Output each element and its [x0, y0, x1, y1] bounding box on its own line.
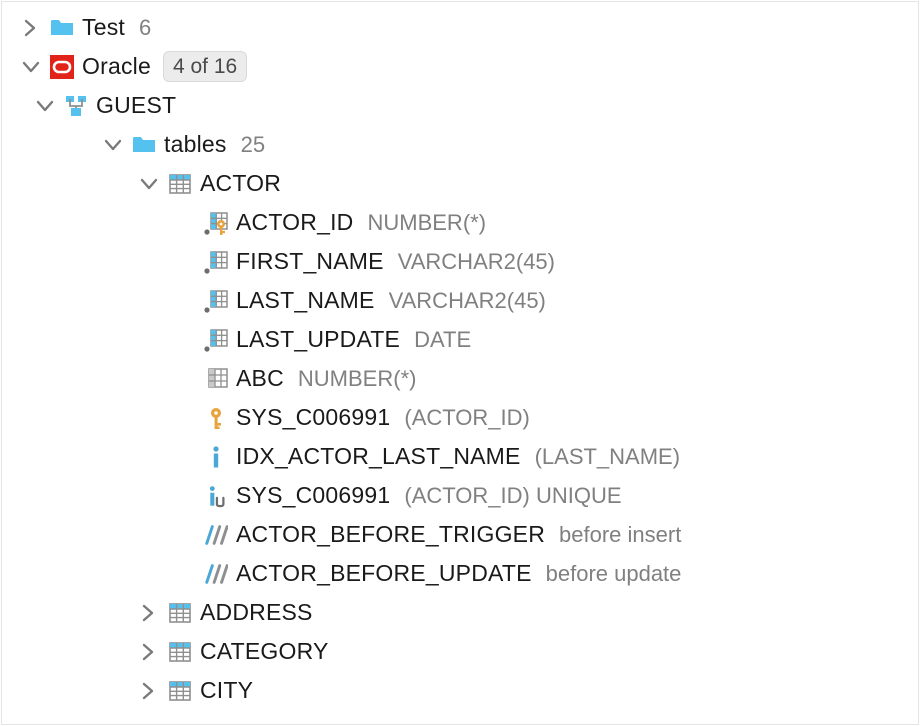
tree-item-trigger-update[interactable]: ACTOR_BEFORE_UPDATE before update [6, 554, 918, 593]
tree-item-tables[interactable]: tables 25 [6, 125, 918, 164]
chevron-down-icon[interactable] [102, 134, 124, 156]
column-gray-icon [204, 367, 228, 391]
tree-item-actor[interactable]: ACTOR [6, 164, 918, 203]
tree-item-column-abc[interactable]: ABC NUMBER(*) [6, 359, 918, 398]
key-label: SYS_C006991 [236, 404, 390, 431]
tree-item-label: Oracle [82, 53, 151, 80]
chevron-right-icon[interactable] [138, 641, 160, 663]
tree-item-address[interactable]: ADDRESS [6, 593, 918, 632]
column-icon [204, 250, 228, 274]
tree-item-category[interactable]: CATEGORY [6, 632, 918, 671]
trigger-desc: before update [546, 561, 682, 587]
tree-item-label: CATEGORY [200, 638, 329, 665]
trigger-icon [204, 562, 228, 586]
chevron-down-icon[interactable] [34, 95, 56, 117]
chevron-right-icon[interactable] [138, 602, 160, 624]
folder-icon [132, 133, 156, 157]
trigger-label: ACTOR_BEFORE_TRIGGER [236, 521, 545, 548]
count-badge: 4 of 16 [163, 51, 247, 82]
tree-item-label: Test [82, 14, 125, 41]
index-unique-icon [204, 484, 228, 508]
column-icon [204, 289, 228, 313]
tree-item-column-last-update[interactable]: LAST_UPDATE DATE [6, 320, 918, 359]
tree-item-label: GUEST [96, 92, 176, 119]
tree-item-oracle[interactable]: Oracle 4 of 16 [6, 47, 918, 86]
tree-item-count: 6 [139, 15, 151, 41]
tree-item-label: ADDRESS [200, 599, 313, 626]
tree-item-city[interactable]: CITY [6, 671, 918, 710]
tree-item-label: tables [164, 131, 227, 158]
chevron-right-icon[interactable] [20, 17, 42, 39]
chevron-right-icon[interactable] [138, 680, 160, 702]
tree-item-label: CITY [200, 677, 253, 704]
column-label: ACTOR_ID [236, 209, 353, 236]
key-cols: (ACTOR_ID) [404, 405, 530, 431]
index-cols: (LAST_NAME) [535, 444, 680, 470]
table-icon [168, 640, 192, 664]
pk-column-icon [204, 211, 228, 235]
column-label: LAST_UPDATE [236, 326, 400, 353]
column-type: VARCHAR2(45) [398, 249, 555, 275]
tree-item-label: ACTOR [200, 170, 281, 197]
oracle-icon [50, 55, 74, 79]
column-label: FIRST_NAME [236, 248, 384, 275]
key-icon [204, 406, 228, 430]
tree-item-column-actor-id[interactable]: ACTOR_ID NUMBER(*) [6, 203, 918, 242]
tree-item-column-first-name[interactable]: FIRST_NAME VARCHAR2(45) [6, 242, 918, 281]
tree-item-column-last-name[interactable]: LAST_NAME VARCHAR2(45) [6, 281, 918, 320]
index-label: IDX_ACTOR_LAST_NAME [236, 443, 521, 470]
column-type: DATE [414, 327, 471, 353]
tree-item-key-sys[interactable]: SYS_C006991 (ACTOR_ID) [6, 398, 918, 437]
table-icon [168, 172, 192, 196]
column-type: NUMBER(*) [367, 210, 486, 236]
column-icon [204, 328, 228, 352]
table-icon [168, 679, 192, 703]
tree-item-index-unique[interactable]: SYS_C006991 (ACTOR_ID) UNIQUE [6, 476, 918, 515]
column-label: LAST_NAME [236, 287, 375, 314]
trigger-desc: before insert [559, 522, 681, 548]
column-type: NUMBER(*) [298, 366, 417, 392]
chevron-down-icon[interactable] [138, 173, 160, 195]
tree-item-trigger-insert[interactable]: ACTOR_BEFORE_TRIGGER before insert [6, 515, 918, 554]
tree-item-test[interactable]: Test 6 [6, 8, 918, 47]
index-cols: (ACTOR_ID) UNIQUE [404, 483, 621, 509]
index-label: SYS_C006991 [236, 482, 390, 509]
trigger-icon [204, 523, 228, 547]
column-label: ABC [236, 365, 284, 392]
tree-item-guest[interactable]: GUEST [6, 86, 918, 125]
tree-item-index-lastname[interactable]: IDX_ACTOR_LAST_NAME (LAST_NAME) [6, 437, 918, 476]
folder-icon [50, 16, 74, 40]
tree-item-count: 25 [241, 132, 265, 158]
trigger-label: ACTOR_BEFORE_UPDATE [236, 560, 532, 587]
chevron-down-icon[interactable] [20, 56, 42, 78]
index-icon [204, 445, 228, 469]
db-tree: Test 6 Oracle 4 of 16 GUEST tables 25 AC… [1, 1, 919, 725]
table-icon [168, 601, 192, 625]
column-type: VARCHAR2(45) [389, 288, 546, 314]
schema-icon [64, 94, 88, 118]
